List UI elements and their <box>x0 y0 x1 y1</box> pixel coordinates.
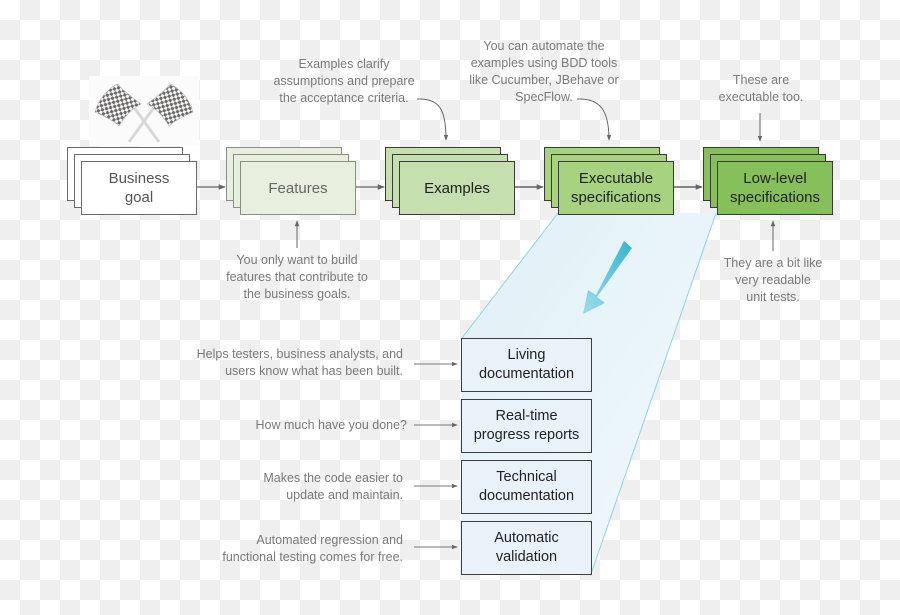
output-automatic-validation: Automatic validation <box>461 521 592 575</box>
stage-executable-specifications: Executable specifications <box>544 147 676 217</box>
stage-examples: Examples <box>385 147 517 217</box>
unit-tests-note: They are a bit like very readable unit t… <box>723 256 823 304</box>
stage-business-goal: Business goal <box>67 147 199 217</box>
funnel-shape <box>462 213 716 574</box>
output-note-living-documentation: Helps testers, business analysts, and us… <box>196 347 403 378</box>
stage-label-executable-specifications: Executable specifications <box>558 161 674 215</box>
output-note-technical-documentation: Makes the code easier to update and main… <box>263 471 403 502</box>
output-note-progress-reports: How much have you done? <box>255 418 407 432</box>
output-note-automatic-validation: Automated regression and functional test… <box>222 533 403 564</box>
stage-label-business-goal: Business goal <box>81 161 197 215</box>
output-real-time-progress-reports: Real-time progress reports <box>461 399 592 453</box>
output-technical-documentation: Technical documentation <box>461 460 592 514</box>
stage-features: Features <box>226 147 358 217</box>
stage-label-features: Features <box>240 161 356 215</box>
output-living-documentation: Living documentation <box>461 338 592 392</box>
stage-low-level-specifications: Low-level specifications <box>703 147 835 217</box>
stage-label-examples: Examples <box>399 161 515 215</box>
stage-label-low-level-specifications: Low-level specifications <box>717 161 833 215</box>
examples-note: Examples clarify assumptions and prepare… <box>273 57 415 105</box>
executable-too-note: These are executable too. <box>718 73 804 104</box>
automation-note: You can automate the examples using BDD … <box>469 39 619 104</box>
features-note: You only want to build features that con… <box>226 253 368 301</box>
checkered-flags-icon <box>89 76 199 146</box>
